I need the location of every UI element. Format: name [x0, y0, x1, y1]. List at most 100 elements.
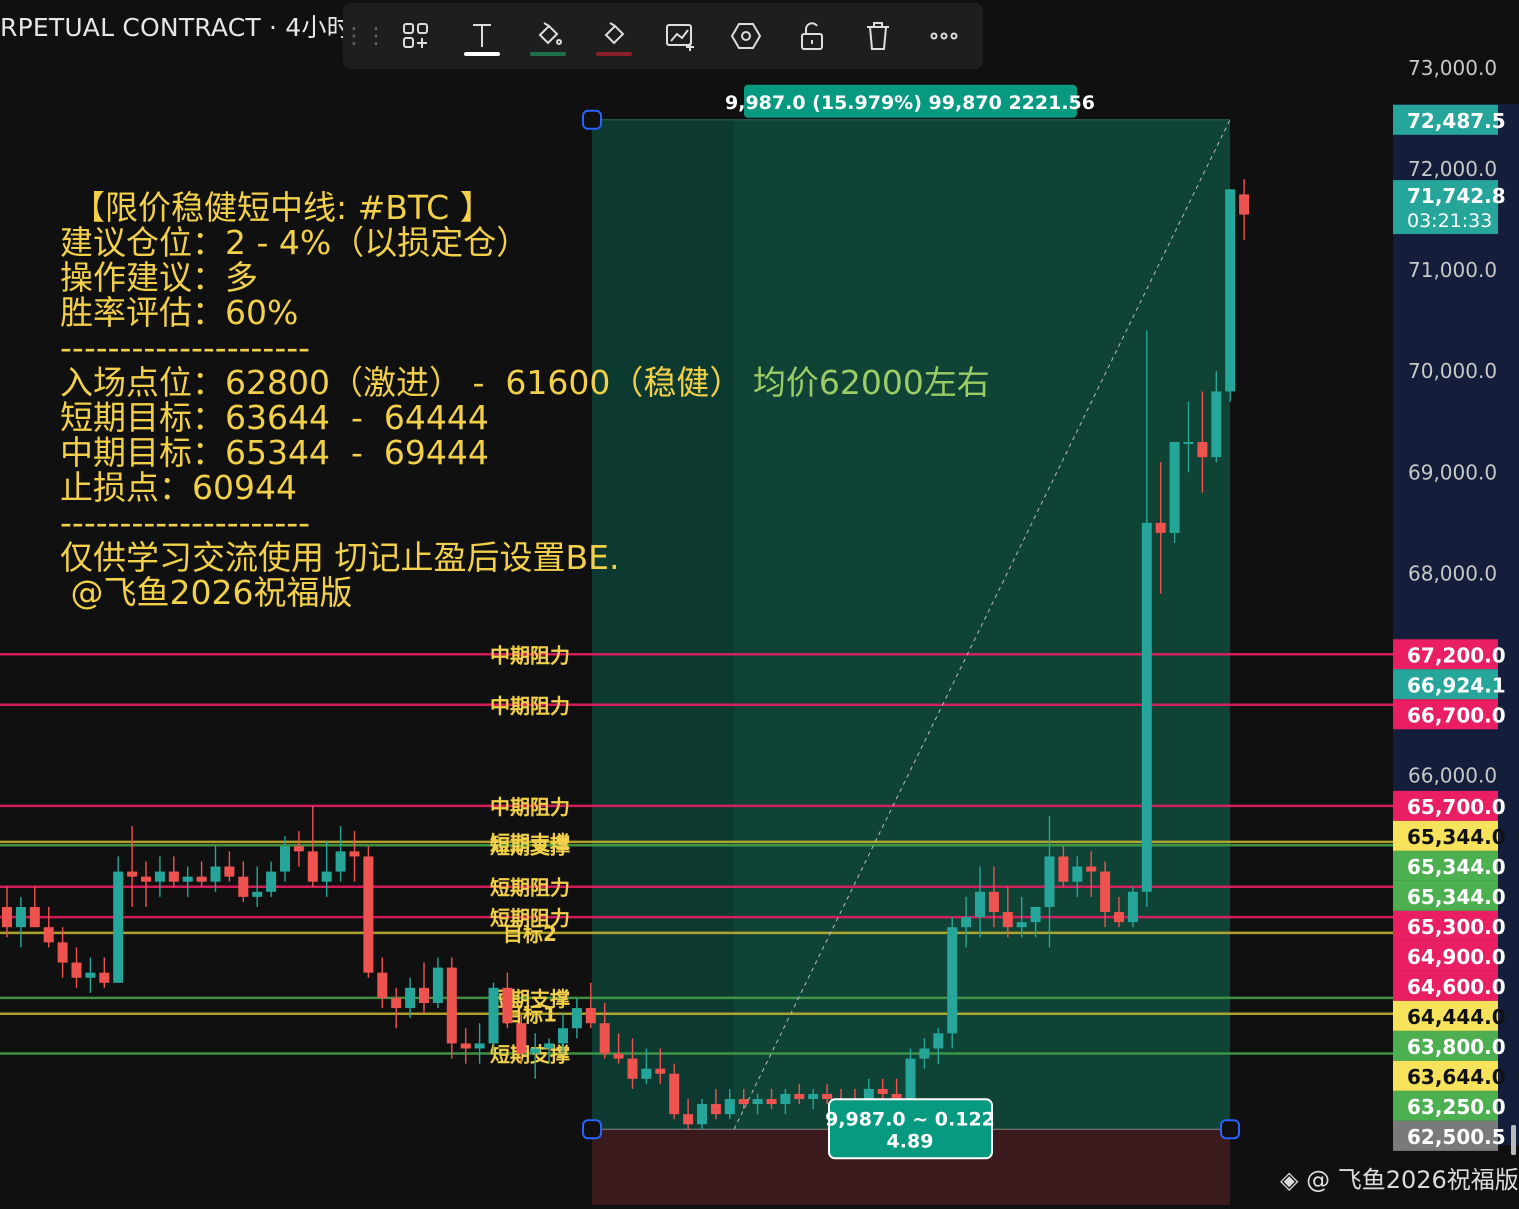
candle-body — [710, 1104, 721, 1115]
price-label-text: 65,344.0 — [1407, 855, 1506, 879]
drag-handle[interactable] — [582, 1119, 602, 1140]
price-label-text: 66,924.1 — [1407, 673, 1506, 697]
note-line: 均价62000左右 — [742, 363, 990, 402]
chart-settings-icon[interactable] — [647, 12, 713, 60]
axis-tick-label: 70,000.0 — [1408, 359, 1497, 383]
candle-body — [1100, 871, 1111, 913]
axis-tick-label: 72,000.0 — [1408, 157, 1497, 181]
note-line: 【限价稳健短中线: #BTC 】 — [72, 188, 493, 227]
unlock-icon[interactable] — [779, 12, 845, 60]
price-label-text: 65,344.0 — [1407, 885, 1506, 909]
price-axis[interactable]: 73,000.0 72,000.0 71,000.0 70,000.0 69,000.0… — [1393, 0, 1519, 1205]
candle-body — [669, 1073, 680, 1115]
price-label-countdown: 03:21:33 — [1407, 210, 1492, 232]
candle-body — [1141, 522, 1152, 892]
note-line: 仅供学习交流使用 切记止盈后设置BE. — [60, 538, 620, 577]
candle-body — [1016, 922, 1027, 928]
more-icon[interactable] — [911, 12, 977, 60]
candle-body — [154, 871, 165, 882]
candle-body — [877, 1088, 888, 1094]
candle-body — [1044, 856, 1055, 907]
candle-body — [29, 906, 40, 928]
position-bottom-label-line2: 4.89 — [887, 1130, 934, 1152]
candle-body — [405, 987, 416, 1009]
note-separator: --------------------- — [60, 503, 311, 542]
candle-body — [697, 1104, 707, 1125]
candle-body — [488, 987, 499, 1044]
axis-tick-label: 68,000.0 — [1408, 561, 1497, 585]
candle-body — [544, 1043, 555, 1049]
price-label-text: 71,742.8 — [1407, 184, 1506, 208]
price-label-text: 64,444.0 — [1407, 1005, 1506, 1029]
candle-body — [252, 891, 263, 897]
candle-body — [363, 856, 374, 973]
template-grid-icon[interactable] — [383, 12, 449, 60]
candle-body — [168, 871, 179, 882]
price-label-text: 64,600.0 — [1407, 975, 1506, 999]
candle-body — [766, 1099, 777, 1105]
candle-body — [1002, 912, 1013, 928]
fill-color-icon[interactable] — [515, 12, 581, 60]
candle-body — [71, 962, 82, 978]
candle-body — [377, 972, 388, 998]
candle-body — [460, 1043, 471, 1049]
candle-body — [808, 1093, 819, 1100]
candle-body — [752, 1099, 763, 1105]
candle-body — [1169, 441, 1180, 533]
drag-handle[interactable] — [1220, 1119, 1240, 1140]
candle-body — [127, 871, 138, 877]
candle-body — [655, 1068, 666, 1074]
candle-body — [57, 942, 68, 963]
note-separator: --------------------- — [60, 328, 311, 367]
drag-handle-icon[interactable]: ⋮⋮ — [343, 24, 387, 49]
candle-body — [182, 876, 193, 882]
candle-body — [474, 1043, 485, 1049]
candle-body — [1058, 856, 1069, 882]
note-line: 止损点：60944 — [60, 468, 297, 507]
candle-body — [335, 851, 346, 872]
axis-scroll-handle — [1511, 1125, 1516, 1155]
candle-body — [1072, 866, 1083, 882]
candle-body — [502, 987, 513, 1024]
note-line: 中期目标：65344 - 69444 — [60, 433, 489, 472]
position-top-label: 9,987.0 (15.979%) 99,870 2221.56 — [725, 92, 1095, 114]
candle-body — [613, 1053, 624, 1059]
price-label-text: 65,300.0 — [1407, 915, 1506, 939]
candle-body — [43, 927, 54, 943]
candle-body — [683, 1114, 694, 1125]
note-line: 建议仓位：2 - 4%（以损定仓） — [60, 223, 530, 262]
price-label-text: 64,900.0 — [1407, 945, 1506, 969]
candle-body — [1239, 194, 1250, 215]
candle-body — [780, 1093, 791, 1105]
text-icon[interactable] — [449, 12, 515, 60]
hexagon-settings-icon[interactable] — [713, 12, 779, 60]
price-label-text: 62,500.5 — [1407, 1125, 1506, 1149]
candle-body — [530, 1048, 541, 1054]
drag-handle[interactable] — [582, 109, 602, 130]
candle-body — [224, 866, 235, 877]
axis-tick-label: 71,000.0 — [1408, 258, 1497, 282]
candle-body — [238, 876, 249, 897]
price-label-text: 72,487.5 — [1407, 109, 1506, 133]
candle-body — [947, 927, 958, 1034]
candle-body — [516, 1023, 527, 1054]
level-label: 短期阻力 — [490, 876, 570, 900]
candle-body — [85, 972, 96, 978]
candle-body — [1225, 189, 1236, 392]
candle-body — [280, 846, 290, 872]
level-label: 中期阻力 — [490, 643, 570, 667]
candle-body — [349, 851, 360, 857]
candle-body — [988, 891, 999, 913]
line-color-icon[interactable] — [581, 12, 647, 60]
candle-body — [196, 876, 207, 882]
candle-body — [919, 1048, 930, 1059]
candle-body — [15, 906, 26, 928]
candle-body — [293, 846, 304, 852]
candle-body — [1086, 866, 1097, 872]
candle-body — [933, 1033, 944, 1049]
level-label: 中期阻力 — [490, 795, 570, 819]
price-label-text: 67,200.0 — [1407, 643, 1506, 667]
candle-body — [1114, 912, 1124, 923]
trash-icon[interactable] — [845, 12, 911, 60]
candle-body — [738, 1099, 749, 1105]
